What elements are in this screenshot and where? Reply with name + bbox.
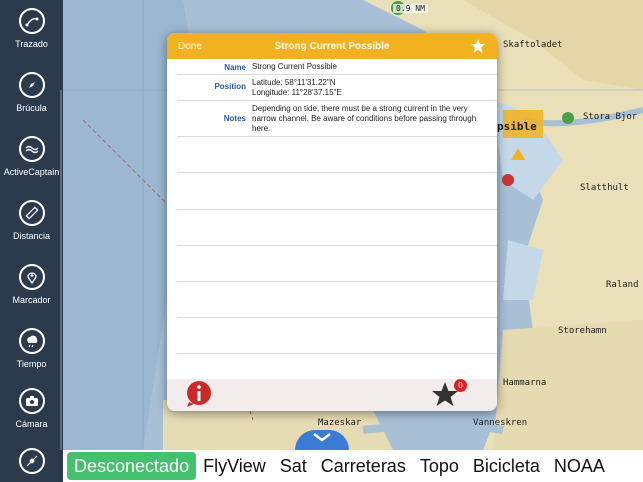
latitude-value: Latitude: 58°11'31.22"N: [252, 78, 336, 87]
activecaptain-icon: [18, 136, 45, 162]
sidebar-item-label: Brúcula: [16, 103, 47, 113]
dialog-header: Done Strong Current Possible: [167, 33, 497, 59]
map-label: Stora Bjor: [583, 112, 638, 122]
map-label: Raland: [606, 280, 639, 290]
sidebar-item-satellite[interactable]: [0, 440, 63, 482]
point-detail-dialog: Done Strong Current Possible Name Strong…: [167, 33, 497, 411]
layer-carreteras[interactable]: Carreteras: [314, 452, 413, 480]
row-separator: [177, 245, 497, 246]
detail-row-notes: Notes Depending on tide, there must be a…: [177, 101, 497, 137]
sidebar-item-label: Marcador: [12, 295, 51, 305]
weather-icon: [18, 328, 45, 354]
done-button[interactable]: Done: [178, 41, 202, 52]
detail-row-name: Name Strong Current Possible: [177, 59, 497, 75]
chevron-down-icon: [313, 433, 331, 442]
favorite-star-icon[interactable]: [470, 38, 486, 54]
sidebar-item-activecaptain[interactable]: ActiveCaptain: [0, 128, 63, 192]
sidebar-item-label: Distancia: [12, 231, 50, 241]
sidebar-item-label: Cámara: [15, 419, 48, 429]
row-separator: [177, 209, 497, 210]
longitude-value: Longitude: 11°28'37.15"E: [252, 88, 342, 97]
row-label: Position: [214, 82, 246, 91]
row-value: Latitude: 58°11'31.22"N Longitude: 11°28…: [252, 77, 497, 98]
dialog-title: Strong Current Possible: [274, 40, 390, 52]
map-label: Slatthult: [580, 183, 629, 193]
detail-rows: Name Strong Current Possible Position La…: [177, 59, 497, 137]
map-label: Skaftoladet: [503, 40, 563, 50]
map-label: Vanneskren: [473, 418, 528, 428]
layer-topo[interactable]: Topo: [413, 452, 466, 480]
detail-row-position: Position Latitude: 58°11'31.22"N Longitu…: [177, 75, 497, 101]
row-separator: [177, 353, 497, 354]
row-label: Name: [224, 63, 246, 72]
layer-bicicleta[interactable]: Bicicleta: [466, 452, 547, 480]
map-scale: 0.9 NM: [393, 4, 428, 13]
camera-icon: [18, 388, 45, 414]
sidebar-item-brucula[interactable]: Brúcula: [0, 64, 63, 128]
map-label: psible: [497, 120, 537, 133]
sidebar-item-camara[interactable]: Cámara: [0, 380, 63, 444]
dialog-footer: 0: [167, 379, 497, 411]
row-label: Notes: [223, 114, 246, 123]
row-separator: [177, 317, 497, 318]
sidebar-item-label: ActiveCaptain: [3, 167, 60, 177]
sidebar-item-label: Trazado: [15, 39, 48, 49]
layer-noaa[interactable]: NOAA: [547, 452, 612, 480]
map-label: Storehamn: [558, 326, 607, 336]
sidebar-item-label: Tiempo: [16, 359, 47, 369]
row-separator: [177, 281, 497, 282]
map-layer-bar: Desconectado FlyView Sat Carreteras Topo…: [63, 450, 643, 482]
ruler-icon: [18, 200, 45, 226]
compass-icon: [18, 72, 45, 98]
layer-sat[interactable]: Sat: [273, 452, 314, 480]
map-pin-icon: [18, 264, 45, 290]
satellite-icon: [18, 448, 45, 474]
map-label: Hammarna: [503, 378, 547, 388]
sidebar: Trazado Brúcula ActiveCaptain Distancia …: [0, 0, 63, 482]
favorites-count-badge: 0: [454, 379, 467, 392]
row-separator: [177, 172, 497, 173]
sidebar-item-tiempo[interactable]: Tiempo: [0, 320, 63, 384]
layer-flyview[interactable]: FlyView: [196, 452, 273, 480]
row-value: Depending on tide, there must be a stron…: [252, 104, 477, 133]
sidebar-item-marcador[interactable]: Marcador: [0, 256, 63, 320]
expand-panel-button[interactable]: [295, 430, 349, 450]
sidebar-item-distancia[interactable]: Distancia: [0, 192, 63, 256]
layer-desconectado[interactable]: Desconectado: [67, 452, 197, 480]
route-icon: [18, 8, 45, 34]
row-value: Strong Current Possible: [252, 62, 337, 71]
info-icon[interactable]: [185, 380, 213, 408]
map-label: Mazeskar: [318, 418, 362, 428]
sidebar-item-trazado[interactable]: Trazado: [0, 0, 63, 64]
